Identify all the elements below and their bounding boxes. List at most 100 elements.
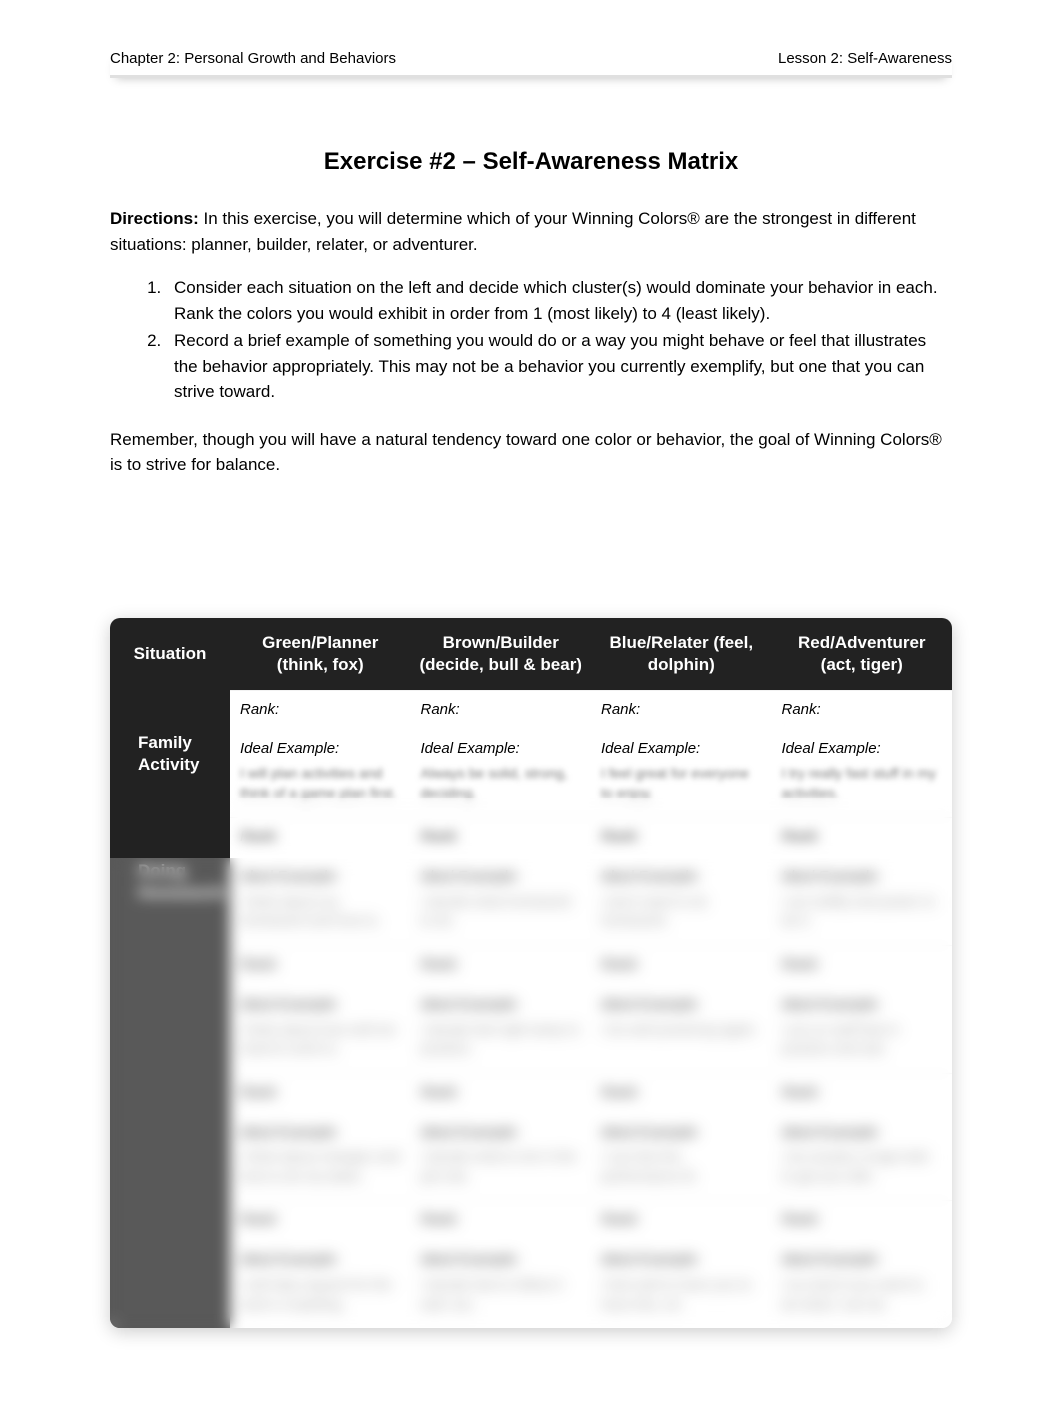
cell-body-blurred: I act on stuff fast in practice and ask. [782, 1020, 943, 1059]
rank-label: Rank: [782, 1084, 821, 1101]
table-row: Doing Homework Rank: Ideal Example: I th… [110, 818, 952, 946]
rank-label: Rank: [421, 701, 460, 718]
situation-cell-blurred [110, 1073, 230, 1201]
remember-paragraph: Remember, though you will have a natural… [110, 427, 952, 478]
rank-label: Rank: [782, 956, 821, 973]
matrix-cell[interactable]: Rank: Ideal Example: I think about my ho… [230, 818, 411, 946]
ideal-example-label: Ideal Example: [601, 1122, 762, 1144]
col-header-situation: Situation [110, 618, 230, 691]
matrix-cell[interactable]: Rank: Ideal Example: I do exactly a huge… [772, 1073, 953, 1201]
header-lesson: Lesson 2: Self-Awareness [778, 50, 952, 67]
ideal-example-label: Ideal Example: [782, 738, 943, 760]
matrix-cell[interactable]: Rank: Ideal Example: Always be solid, st… [411, 690, 592, 818]
cell-body-blurred: I try really fast stuff in my activities… [782, 764, 943, 803]
col-header-blue: Blue/Relater (feel, dolphin) [591, 618, 772, 691]
matrix-cell[interactable]: Rank: Ideal Example: I try hard if you w… [772, 1201, 953, 1328]
table-row: Rank: Ideal Example: I think about how w… [110, 946, 952, 1074]
cell-body-blurred: I decide fast right away to practice. [421, 1020, 582, 1059]
rank-label: Rank: [601, 828, 640, 845]
col-header-green: Green/Planner (think, fox) [230, 618, 411, 691]
header-chapter: Chapter 2: Personal Growth and Behaviors [110, 50, 396, 67]
matrix-cell[interactable]: Rank: Ideal Example: I decide fast to fo… [411, 1201, 592, 1328]
col-header-brown: Brown/Builder (decide, bull & bear) [411, 618, 592, 691]
rank-label: Rank: [421, 1211, 460, 1228]
ideal-example-label: Ideal Example: [240, 1122, 401, 1144]
ideal-example-label: Ideal Example: [240, 1249, 401, 1271]
ideal-example-label: Ideal Example: [240, 738, 401, 760]
ideal-example-label: Ideal Example: [240, 994, 401, 1016]
directions-paragraph: Directions: In this exercise, you will d… [110, 206, 952, 257]
directions-label: Directions: [110, 209, 199, 228]
matrix-table: Situation Green/Planner (think, fox) Bro… [110, 618, 952, 1329]
cell-body-blurred: I act swiftly and power to do it. [782, 892, 943, 931]
rank-label: Rank: [782, 1211, 821, 1228]
matrix-cell[interactable]: Rank: Ideal Example: I feel well to have… [591, 1201, 772, 1328]
ideal-example-label: Ideal Example: [601, 866, 762, 888]
matrix-cell[interactable]: Rank: Ideal Example: I feel great for ev… [591, 690, 772, 818]
matrix-cell[interactable]: Rank: Ideal Example: I decide what to do… [411, 1073, 592, 1201]
cell-body-blurred: I try hard if you want to do what I can … [782, 1275, 943, 1314]
cell-body-blurred: I think about how well we need to work t… [240, 1020, 401, 1059]
matrix-cell[interactable]: Rank: Ideal Example: I decide what homew… [411, 818, 592, 946]
ideal-example-label: Ideal Example: [240, 866, 401, 888]
table-row: Rank: Ideal Example: I will help request… [110, 1201, 952, 1328]
rank-label: Rank: [601, 1211, 640, 1228]
cell-body-blurred: I don't want to do homework. [601, 892, 762, 931]
rank-label: Rank: [240, 1211, 279, 1228]
table-row: Rank: Ideal Example: I think about chang… [110, 1073, 952, 1201]
cell-body-blurred: I think about changes and how to do my t… [240, 1147, 401, 1186]
cell-body-blurred: I do exactly a huge task to get you with… [782, 1147, 943, 1186]
rank-label: Rank: [601, 956, 640, 973]
cell-body-blurred: I will help request for the work in anyt… [240, 1275, 401, 1314]
exercise-title: Exercise #2 – Self-Awareness Matrix [110, 148, 952, 176]
matrix-cell[interactable]: Rank: Ideal Example: I will plan activit… [230, 690, 411, 818]
matrix-cell[interactable]: Rank: Ideal Example: I don't want to do … [591, 818, 772, 946]
rank-label: Rank: [240, 956, 279, 973]
cell-body-blurred: I can feel the performance fit. [601, 1147, 762, 1186]
ideal-example-label: Ideal Example: [421, 1249, 582, 1271]
cell-body-blurred: I feel great for everyone to enjoy. [601, 764, 762, 803]
cell-body-blurred: I do well practicing again. [601, 1020, 762, 1040]
situation-cell: Family Activity [110, 690, 230, 818]
matrix-cell[interactable]: Rank: Ideal Example: I decide fast right… [411, 946, 592, 1074]
cell-body-blurred: I will plan activities and think of a ga… [240, 764, 401, 803]
col-header-red: Red/Adventurer (act, tiger) [772, 618, 953, 691]
directions-list: Consider each situation on the left and … [166, 275, 952, 405]
page-header: Chapter 2: Personal Growth and Behaviors… [110, 50, 952, 78]
matrix-cell[interactable]: Rank: Ideal Example: I do well practicin… [591, 946, 772, 1074]
cell-body-blurred: I think about my homework and how to. [240, 892, 401, 931]
rank-label: Rank: [601, 1084, 640, 1101]
matrix-cell[interactable]: Rank: Ideal Example: I think about chang… [230, 1073, 411, 1201]
situation-cell: Doing Homework [110, 818, 230, 946]
rank-label: Rank: [782, 701, 821, 718]
matrix-cell[interactable]: Rank: Ideal Example: I will help request… [230, 1201, 411, 1328]
table-row: Family Activity Rank: Ideal Example: I w… [110, 690, 952, 818]
rank-label: Rank: [421, 956, 460, 973]
cell-body-blurred: I decide what homework to do. [421, 892, 582, 931]
ideal-example-label: Ideal Example: [601, 994, 762, 1016]
ideal-example-label: Ideal Example: [421, 738, 582, 760]
rank-label: Rank: [240, 828, 279, 845]
matrix-table-wrap: Situation Green/Planner (think, fox) Bro… [110, 618, 952, 1329]
matrix-cell[interactable]: Rank: Ideal Example: I can feel the perf… [591, 1073, 772, 1201]
rank-label: Rank: [240, 701, 279, 718]
ideal-example-label: Ideal Example: [421, 994, 582, 1016]
cell-body-blurred: I decide fast to follow it well, too. [421, 1275, 582, 1314]
list-item: Consider each situation on the left and … [166, 275, 952, 326]
matrix-cell[interactable]: Rank: Ideal Example: I act swiftly and p… [772, 818, 953, 946]
ideal-example-label: Ideal Example: [782, 1122, 943, 1144]
situation-cell-blurred [110, 1201, 230, 1328]
matrix-cell[interactable]: Rank: Ideal Example: I try really fast s… [772, 690, 953, 818]
ideal-example-label: Ideal Example: [782, 994, 943, 1016]
page-footer-blurred [110, 1336, 952, 1376]
matrix-cell[interactable]: Rank: Ideal Example: I act on stuff fast… [772, 946, 953, 1074]
matrix-cell[interactable]: Rank: Ideal Example: I think about how w… [230, 946, 411, 1074]
ideal-example-label: Ideal Example: [782, 866, 943, 888]
ideal-example-label: Ideal Example: [421, 866, 582, 888]
ideal-example-label: Ideal Example: [601, 738, 762, 760]
rank-label: Rank: [421, 1084, 460, 1101]
situation-cell-blurred [110, 946, 230, 1074]
ideal-example-label: Ideal Example: [601, 1249, 762, 1271]
ideal-example-label: Ideal Example: [782, 1249, 943, 1271]
cell-body-blurred: I feel well to have you to have this, eh… [601, 1275, 762, 1314]
